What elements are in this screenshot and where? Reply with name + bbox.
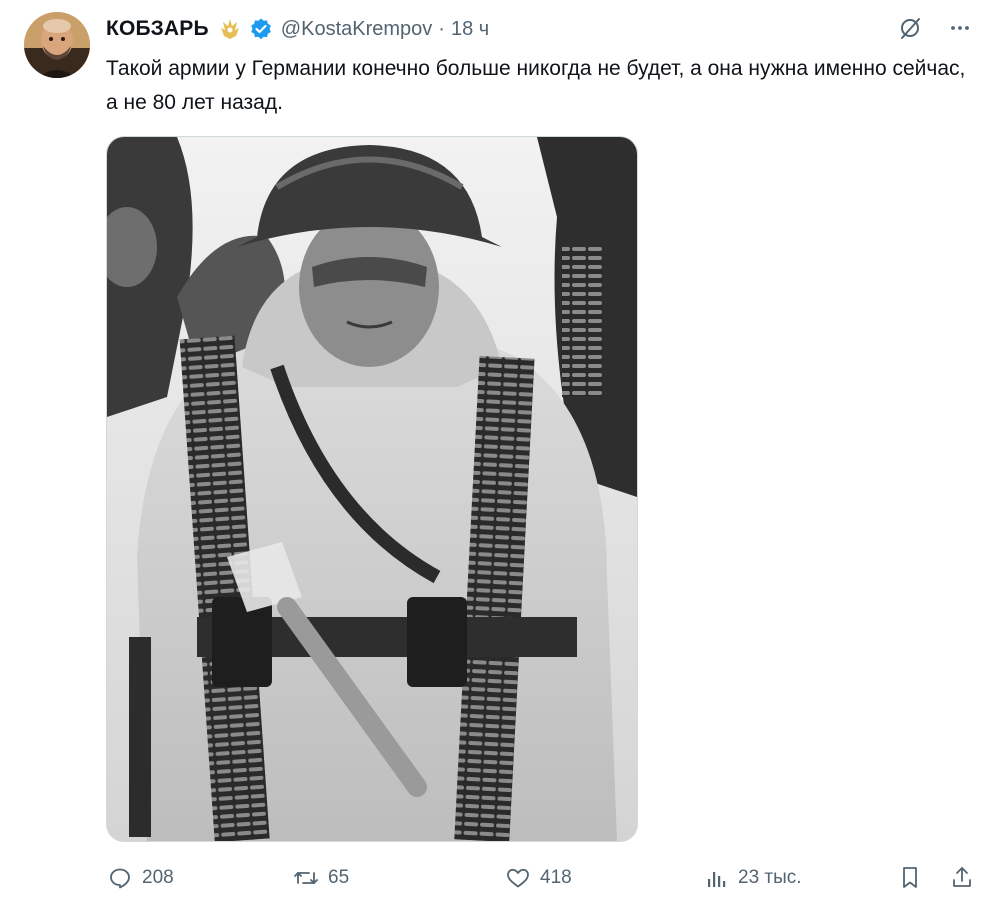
repost-icon: [292, 864, 320, 892]
tweet-actions: 208 65 418 23 тыс.: [106, 858, 980, 898]
repost-count: 65: [328, 867, 350, 888]
author-handle[interactable]: @KostaKrempov: [281, 18, 432, 41]
share-icon: [948, 864, 976, 892]
repost-button[interactable]: 65: [292, 858, 349, 898]
grok-icon[interactable]: [896, 14, 924, 42]
avatar-image: [24, 12, 90, 78]
share-button[interactable]: [948, 858, 984, 898]
trident-icon: [217, 16, 243, 42]
verified-check-icon: [249, 17, 273, 41]
top-actions: [896, 14, 974, 42]
like-button[interactable]: 418: [504, 858, 572, 898]
avatar[interactable]: [24, 12, 90, 78]
like-count: 418: [540, 867, 572, 888]
views-button[interactable]: 23 тыс.: [702, 858, 802, 898]
heart-icon: [504, 864, 532, 892]
views-chart-icon: [702, 864, 730, 892]
bookmark-button[interactable]: [896, 858, 932, 898]
soldier-photo-image: [107, 137, 637, 841]
reply-button[interactable]: 208: [106, 858, 174, 898]
bookmark-icon: [896, 864, 924, 892]
separator-dot: ·: [438, 17, 445, 40]
tweet-photo[interactable]: [106, 136, 638, 842]
reply-icon: [106, 864, 134, 892]
more-icon[interactable]: [946, 14, 974, 42]
tweet-timestamp[interactable]: 18 ч: [451, 18, 489, 41]
reply-count: 208: [142, 867, 174, 888]
author-display-name[interactable]: КОБЗАРЬ: [106, 17, 209, 41]
tweet-header: КОБЗАРЬ @KostaKrempov · 18 ч: [106, 14, 489, 44]
views-count: 23 тыс.: [738, 867, 802, 888]
tweet-text: Такой армии у Германии конечно больше ни…: [106, 57, 966, 114]
